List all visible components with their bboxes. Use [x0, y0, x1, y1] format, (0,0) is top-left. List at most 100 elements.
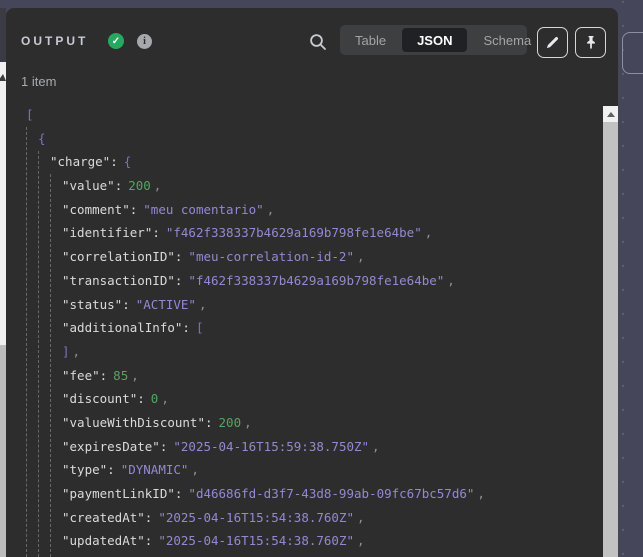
edit-output-button[interactable] — [537, 27, 568, 58]
json-token-comma: , — [244, 415, 252, 430]
json-token-comma: , — [161, 391, 169, 406]
json-token-colon: : — [100, 368, 108, 383]
json-token-str: "meu comentario" — [143, 202, 263, 217]
panel-title: OUTPUT — [21, 34, 88, 48]
json-token-key: "createdAt" — [62, 510, 145, 525]
output-scrollbar[interactable] — [603, 106, 618, 557]
json-token-colon: : — [152, 225, 160, 240]
json-token-key: "comment" — [62, 202, 130, 217]
json-line: "createdAt": "2025-04-16T15:54:38.760Z", — [6, 506, 603, 530]
json-token-comma: , — [425, 225, 433, 240]
indent-guide — [38, 151, 39, 557]
json-token-num: 0 — [151, 391, 159, 406]
json-token-colon: : — [115, 178, 123, 193]
json-token-key: "fee" — [62, 368, 100, 383]
json-token-colon: : — [205, 415, 213, 430]
json-token-brk: [ — [26, 107, 34, 122]
json-token-str: "meu-correlation-id-2" — [188, 249, 354, 264]
arrow-up-icon — [607, 112, 615, 117]
json-token-colon: : — [182, 320, 190, 335]
json-line: "transactionID": "f462f338337b4629a169b79… — [6, 269, 603, 293]
search-icon[interactable] — [308, 32, 328, 52]
json-token-brk: { — [124, 154, 132, 169]
json-token-comma: , — [357, 249, 365, 264]
json-token-colon: : — [110, 154, 118, 169]
canvas-element-outline — [622, 32, 643, 74]
json-token-key: "status" — [62, 297, 122, 312]
json-token-comma: , — [357, 533, 365, 548]
json-line: "type":"DYNAMIC", — [6, 458, 603, 482]
json-line: "fee":85, — [6, 364, 603, 388]
json-token-colon: : — [175, 486, 183, 501]
json-token-key: "identifier" — [62, 225, 152, 240]
json-line: "comment": "meu comentario", — [6, 198, 603, 222]
json-token-brk: ] — [62, 344, 70, 359]
json-token-comma: , — [131, 368, 139, 383]
json-line: "value":200, — [6, 174, 603, 198]
json-token-comma: , — [477, 486, 485, 501]
json-token-str: "2025-04-16T15:54:38.760Z" — [158, 533, 354, 548]
json-token-comma: , — [191, 462, 199, 477]
json-token-comma: , — [267, 202, 275, 217]
json-token-str: "f462f338337b4629a169b798fe1e64be" — [166, 225, 422, 240]
json-token-colon: : — [130, 202, 138, 217]
json-line: "correlationID": "meu-correlation-id-2", — [6, 245, 603, 269]
json-token-key: "type" — [62, 462, 107, 477]
json-line: ], — [6, 340, 603, 364]
view-mode-tabs: TableJSONSchema — [340, 25, 527, 55]
json-line: "paymentLinkID": "d46686fd-d3f7-43d8-99ab… — [6, 482, 603, 506]
json-token-num: 200 — [128, 178, 151, 193]
json-token-key: "discount" — [62, 391, 137, 406]
json-line: { — [6, 127, 603, 151]
json-line: "updatedAt": "2025-04-16T15:54:38.760Z", — [6, 529, 603, 553]
json-token-key: "additionalInfo" — [62, 320, 182, 335]
json-token-str: "2025-04-16T15:54:38.760Z" — [158, 510, 354, 525]
tab-schema[interactable]: Schema — [469, 28, 545, 52]
json-token-colon: : — [122, 297, 130, 312]
json-token-str: "2025-04-16T15:59:38.750Z" — [173, 439, 369, 454]
json-token-brk: [ — [196, 320, 204, 335]
json-token-comma: , — [357, 510, 365, 525]
output-panel: OUTPUT ✓ i TableJSONSchema 1 item [{"cha… — [6, 8, 618, 557]
info-circle-icon[interactable]: i — [137, 34, 152, 49]
json-token-colon: : — [145, 510, 153, 525]
json-line: "status": "ACTIVE", — [6, 293, 603, 317]
json-token-str: "ACTIVE" — [136, 297, 196, 312]
json-token-key: "transactionID" — [62, 273, 175, 288]
json-token-key: "value" — [62, 178, 115, 193]
json-line: "additionalInfo": [ — [6, 316, 603, 340]
json-line: "valueWithDiscount":200, — [6, 411, 603, 435]
tab-table[interactable]: Table — [341, 28, 400, 52]
json-token-comma: , — [154, 178, 162, 193]
json-token-colon: : — [107, 462, 115, 477]
json-token-colon: : — [137, 391, 145, 406]
json-line: [ — [6, 103, 603, 127]
json-token-colon: : — [160, 439, 168, 454]
pin-data-button[interactable] — [575, 27, 606, 58]
pencil-icon — [545, 35, 560, 50]
json-token-comma: , — [372, 439, 380, 454]
json-token-str: "d46686fd-d3f7-43d8-99ab-09fc67bc57d6" — [188, 486, 474, 501]
pin-icon — [584, 35, 598, 50]
check-circle-icon: ✓ — [108, 33, 124, 49]
json-token-colon: : — [175, 249, 183, 264]
scrollbar-up-button[interactable] — [603, 106, 618, 122]
json-token-comma: , — [199, 297, 207, 312]
indent-guide — [26, 127, 27, 557]
scrollbar-thumb[interactable] — [603, 122, 618, 557]
json-token-key: "valueWithDiscount" — [62, 415, 205, 430]
tab-json[interactable]: JSON — [402, 28, 467, 52]
json-token-key: "correlationID" — [62, 249, 175, 264]
json-token-key: "expiresDate" — [62, 439, 160, 454]
json-token-key: "paymentLinkID" — [62, 486, 175, 501]
json-token-comma: , — [447, 273, 455, 288]
json-token-colon: : — [175, 273, 183, 288]
json-line: "identifier": "f462f338337b4629a169b798fe… — [6, 221, 603, 245]
json-line: "discount":0, — [6, 387, 603, 411]
json-token-num: 200 — [219, 415, 242, 430]
json-token-key: "updatedAt" — [62, 533, 145, 548]
indent-guide — [50, 174, 51, 557]
json-token-str: "f462f338337b4629a169b798fe1e64be" — [188, 273, 444, 288]
json-token-brk: { — [38, 131, 46, 146]
json-token-colon: : — [145, 533, 153, 548]
